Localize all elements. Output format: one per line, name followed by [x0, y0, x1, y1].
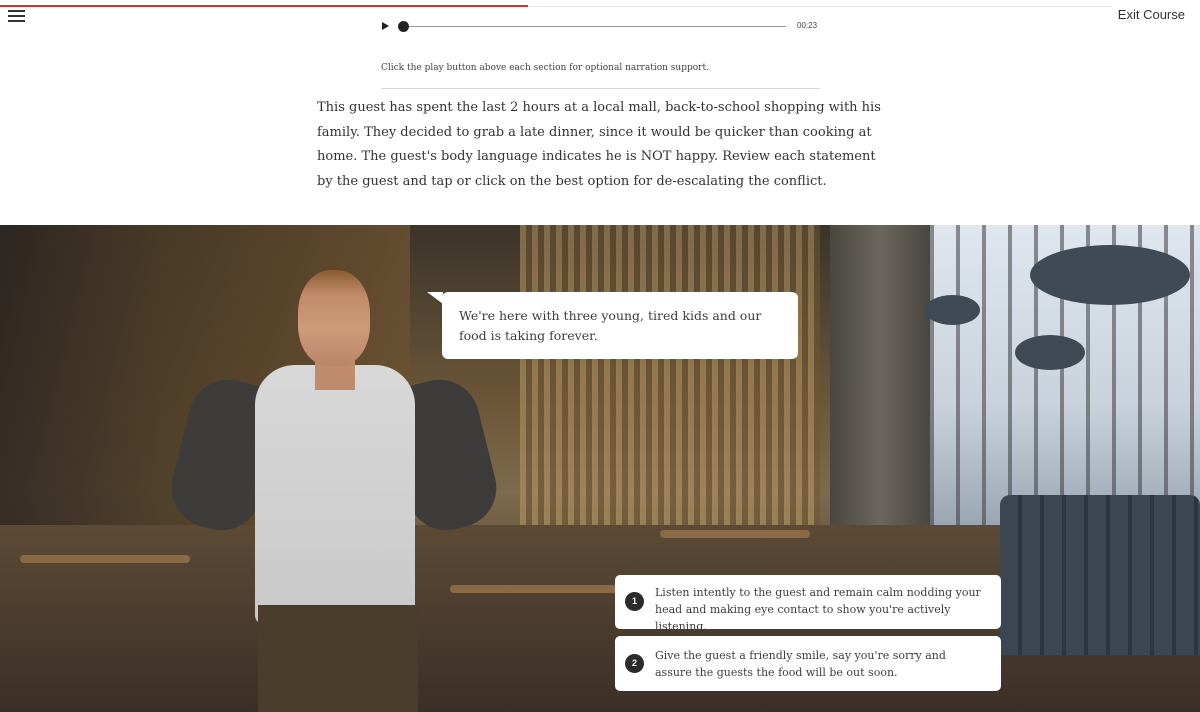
option-text: Give the guest a friendly smile, say you…: [655, 649, 946, 679]
intro-paragraph: This guest has spent the last 2 hours at…: [317, 100, 881, 189]
option-number-badge: 2: [625, 654, 644, 673]
guest-pants: [258, 605, 418, 712]
wood-slat-wall: [520, 225, 820, 555]
audio-scrubber[interactable]: [400, 26, 786, 27]
option-number-badge: 1: [625, 592, 644, 611]
audio-player: 00:23: [380, 18, 820, 36]
narration-note: Click the play button above each section…: [381, 63, 709, 73]
play-icon[interactable]: [382, 22, 389, 30]
dining-table: [660, 530, 810, 538]
guest-shirt: [255, 365, 415, 625]
response-option-1[interactable]: 1 Listen intently to the guest and remai…: [615, 575, 1001, 633]
booth-seating: [1000, 495, 1200, 655]
divider: [381, 88, 820, 89]
course-progress-bar: [0, 5, 528, 7]
speech-bubble-tail: [427, 292, 443, 304]
guest-head: [298, 270, 370, 366]
pendant-lamp: [1030, 245, 1190, 305]
audio-time: 00:23: [797, 21, 818, 30]
pendant-lamp: [1015, 335, 1085, 370]
option-text: Listen intently to the guest and remain …: [655, 586, 981, 633]
pendant-lamp: [925, 295, 980, 325]
hamburger-menu-icon[interactable]: [8, 9, 26, 23]
restaurant-scene: We're here with three young, tired kids …: [0, 225, 1200, 712]
audio-scrubber-thumb[interactable]: [398, 21, 409, 32]
exit-course-button[interactable]: Exit Course: [1118, 7, 1185, 22]
guest-speech-bubble: We're here with three young, tired kids …: [442, 292, 798, 359]
dining-table: [20, 555, 190, 563]
response-option-2[interactable]: 2 Give the guest a friendly smile, say y…: [615, 636, 1001, 691]
